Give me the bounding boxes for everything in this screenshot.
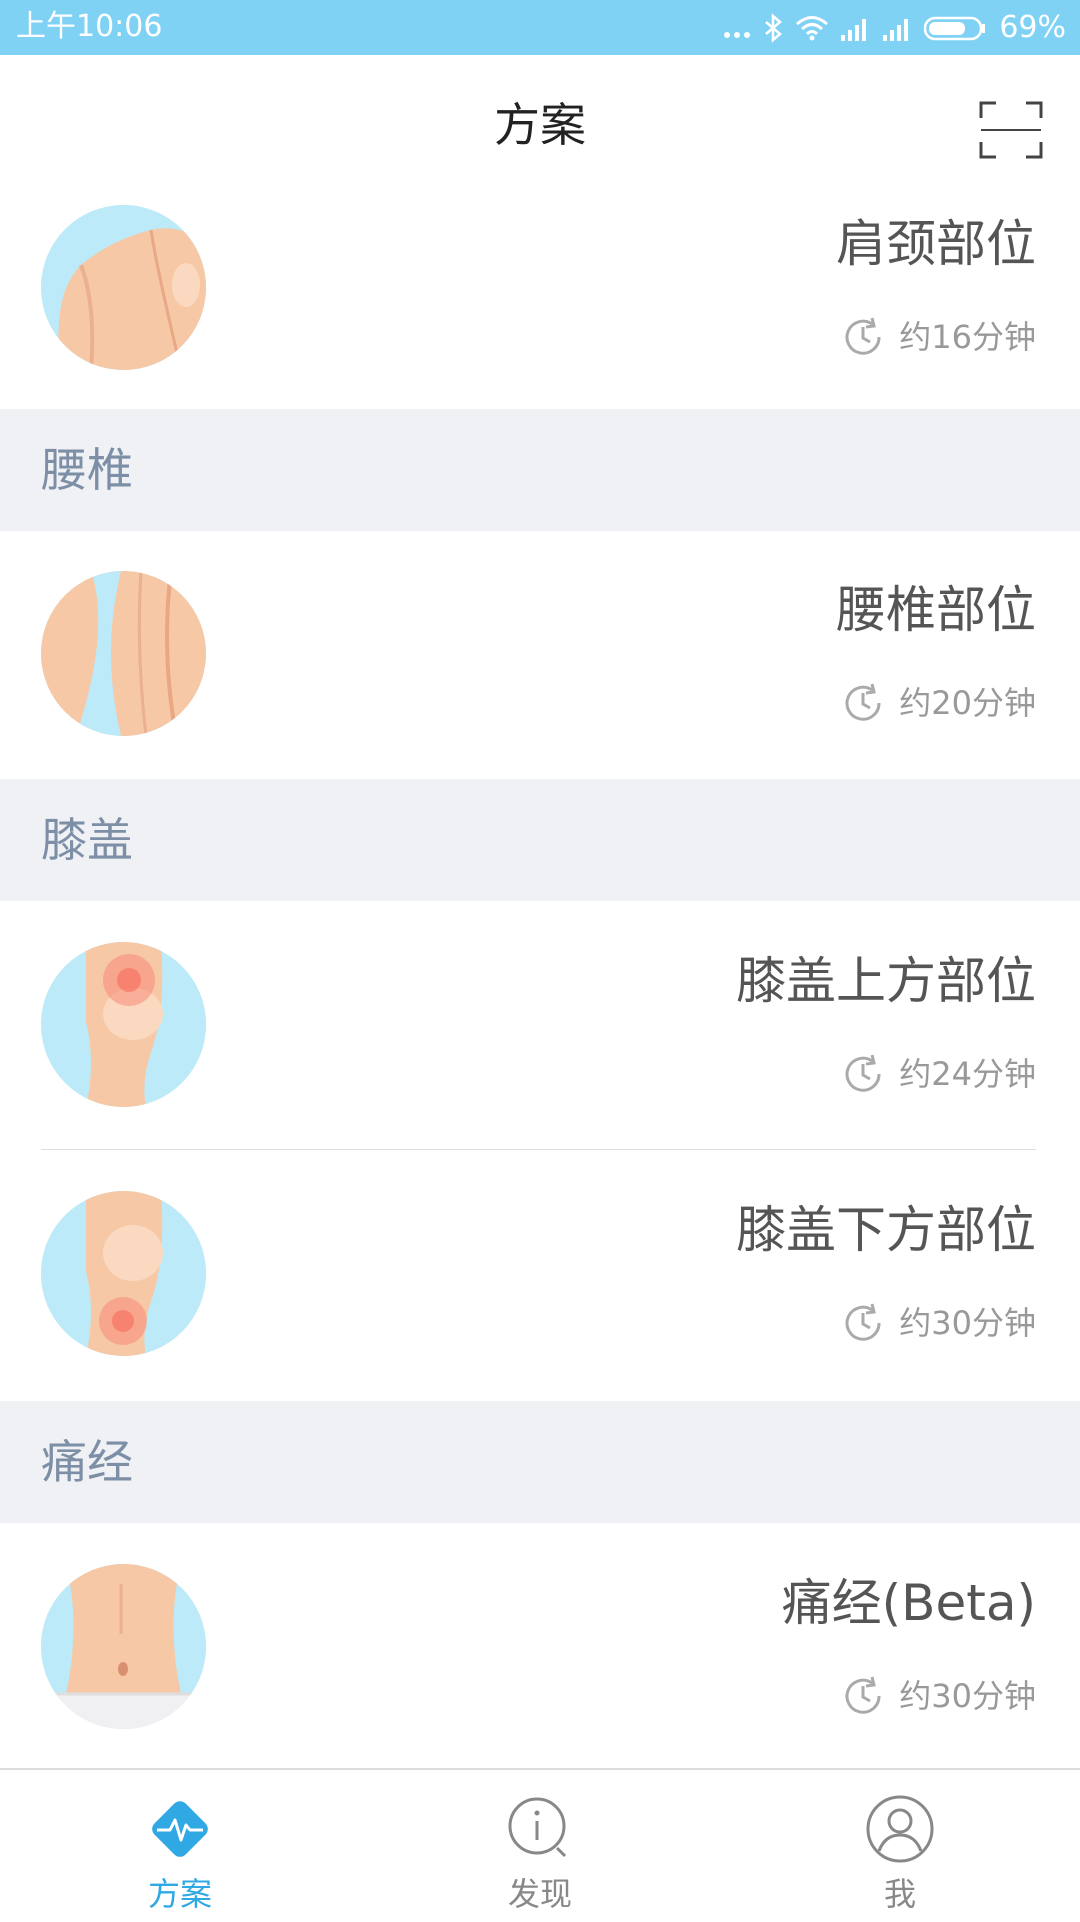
list-item-duration: 约20分钟 [841, 681, 1036, 725]
plan-list: 肩颈部位 约16分钟 腰椎 腰椎部位 约20分钟 膝盖 膝盖上方部位 约24分钟… [0, 205, 1080, 1771]
list-item-title: 腰椎部位 [836, 581, 1036, 639]
profile-icon [866, 1795, 934, 1863]
list-item-title: 膝盖上方部位 [736, 952, 1036, 1010]
tab-discover[interactable]: 发现 [480, 1770, 600, 1920]
signal-icon-2 [883, 19, 909, 41]
page-title: 方案 [494, 98, 586, 152]
section-label: 痛经 [41, 1435, 133, 1489]
list-item-lumbar[interactable]: 腰椎部位 约20分钟 [0, 531, 1080, 779]
tab-plan[interactable]: 方案 [120, 1770, 240, 1920]
list-item-title: 肩颈部位 [836, 215, 1036, 273]
pulse-diamond-icon [152, 1801, 208, 1857]
tab-label: 方案 [147, 1875, 212, 1913]
clock-refresh-icon [845, 683, 881, 721]
duration-text: 约30分钟 [899, 1304, 1036, 1342]
knee-upper-thumbnail [41, 942, 206, 1107]
scan-button[interactable] [978, 100, 1044, 160]
list-item-title: 痛经(Beta) [781, 1574, 1036, 1632]
list-item-knee-lower[interactable]: 膝盖下方部位 约30分钟 [0, 1150, 1080, 1401]
status-time: 上午10:06 [16, 9, 163, 44]
discover-icon [508, 1797, 567, 1858]
list-item-duration: 约30分钟 [841, 1674, 1036, 1718]
clock-refresh-icon [845, 1676, 881, 1714]
list-item-duration: 约30分钟 [841, 1301, 1036, 1345]
clock-refresh-icon [845, 317, 881, 355]
duration-text: 约30分钟 [899, 1677, 1036, 1715]
list-item-duration: 约24分钟 [841, 1052, 1036, 1096]
clock-refresh-icon [845, 1303, 881, 1341]
list-item-dysmenorrhea[interactable]: 痛经(Beta) 约30分钟 [0, 1523, 1080, 1771]
status-icons: 69% [723, 8, 1066, 48]
section-label: 腰椎 [41, 443, 133, 497]
section-label: 膝盖 [41, 813, 133, 867]
duration-text: 约16分钟 [899, 318, 1036, 356]
bottom-tab-bar: 方案 发现 我 [0, 1768, 1080, 1922]
battery-percent: 69% [999, 10, 1066, 45]
tab-label: 发现 [507, 1875, 572, 1913]
bluetooth-icon [765, 13, 783, 43]
list-item-shoulder-neck[interactable]: 肩颈部位 约16分钟 [0, 205, 1080, 409]
tab-me[interactable]: 我 [840, 1770, 960, 1920]
scan-icon [979, 101, 1043, 159]
duration-text: 约20分钟 [899, 684, 1036, 722]
tab-label: 我 [883, 1875, 916, 1913]
wifi-icon [796, 16, 829, 41]
shoulder-neck-thumbnail [41, 205, 206, 370]
list-item-knee-upper[interactable]: 膝盖上方部位 约24分钟 [0, 901, 1080, 1150]
clock-refresh-icon [845, 1054, 881, 1092]
signal-icon [841, 19, 867, 41]
section-header-dysmenorrhea: 痛经 [0, 1401, 1080, 1523]
lumbar-thumbnail [41, 571, 206, 736]
more-dots-icon [724, 32, 751, 38]
knee-lower-thumbnail [41, 1191, 206, 1356]
list-item-duration: 约16分钟 [841, 315, 1036, 359]
status-bar: 上午10:06 69% [0, 0, 1080, 55]
list-item-title: 膝盖下方部位 [736, 1201, 1036, 1259]
app-header: 方案 [0, 55, 1080, 205]
battery-icon [924, 16, 986, 41]
section-header-lumbar: 腰椎 [0, 409, 1080, 531]
abdomen-thumbnail [41, 1564, 206, 1729]
duration-text: 约24分钟 [899, 1055, 1036, 1093]
section-header-knee: 膝盖 [0, 779, 1080, 901]
